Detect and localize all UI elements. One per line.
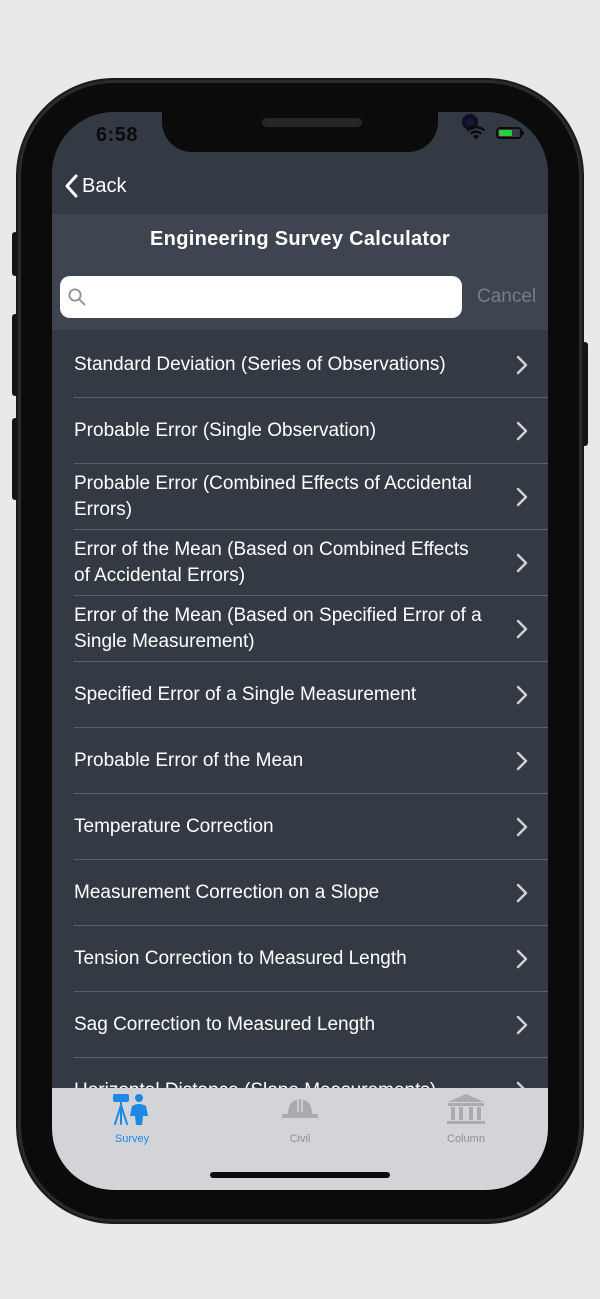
power-button <box>582 342 588 446</box>
tab-bar: Survey Civil Column <box>52 1088 548 1190</box>
chevron-right-icon <box>516 553 528 573</box>
tab-label: Civil <box>289 1133 311 1145</box>
chevron-left-icon <box>65 174 78 198</box>
chevron-right-icon <box>516 685 528 705</box>
list-item-label: Temperature Correction <box>74 816 274 837</box>
back-label: Back <box>82 174 127 197</box>
search-bar: Cancel <box>52 264 548 330</box>
home-indicator[interactable] <box>210 1172 390 1178</box>
list-item-label: Sag Correction to Measured Length <box>74 1014 376 1035</box>
search-input[interactable] <box>92 286 436 308</box>
battery-icon <box>496 127 524 139</box>
list-item[interactable]: Sag Correction to Measured Length <box>52 992 548 1058</box>
app-screen: 6:58 Back Engineering Survey Calculator … <box>52 112 548 1190</box>
list-item-label: Standard Deviation (Series of Observatio… <box>74 354 446 375</box>
navigation-bar: Back <box>52 160 548 214</box>
list-item[interactable]: Error of the Mean (Based on Specified Er… <box>52 596 548 662</box>
list-item-label: Tension Correction to Measured Length <box>74 948 407 969</box>
chevron-right-icon <box>516 1015 528 1035</box>
calculator-list[interactable]: Standard Deviation (Series of Observatio… <box>52 332 548 1088</box>
back-button[interactable]: Back <box>64 174 126 198</box>
chevron-right-icon <box>516 751 528 771</box>
chevron-right-icon <box>516 619 528 639</box>
list-item[interactable]: Error of the Mean (Based on Combined Eff… <box>52 530 548 596</box>
battery-level <box>499 130 513 136</box>
title-bar: Engineering Survey Calculator <box>52 214 548 264</box>
status-time: 6:58 <box>96 124 139 146</box>
list-item[interactable]: Measurement Correction on a Slope <box>52 860 548 926</box>
chevron-right-icon <box>516 421 528 441</box>
volume-up-button <box>12 314 18 396</box>
list-item-label: Probable Error of the Mean <box>74 750 304 771</box>
list-item-label: Probable Error (Single Observation) <box>74 420 377 441</box>
column-building-icon <box>447 1094 485 1124</box>
chevron-right-icon <box>516 487 528 507</box>
page-title: Engineering Survey Calculator <box>150 228 450 250</box>
mute-switch <box>12 232 18 276</box>
status-icons <box>466 126 524 140</box>
list-item-label: Horizontal Distance (Slope Measurements) <box>74 1078 484 1088</box>
chevron-right-icon <box>516 1081 525 1088</box>
tab-label: Column <box>447 1133 485 1145</box>
tab-label: Survey <box>114 1133 150 1145</box>
list-item-label: Probable Error (Combined Effects of Acci… <box>74 473 472 520</box>
surveyor-icon <box>113 1094 148 1125</box>
tab-column[interactable]: Column <box>416 1092 516 1145</box>
list-item[interactable]: Probable Error of the Mean <box>52 728 548 794</box>
wifi-icon <box>466 126 486 140</box>
tab-survey[interactable]: Survey <box>82 1092 182 1145</box>
list-item-label: Error of the Mean (Based on Combined Eff… <box>74 539 469 586</box>
list-item[interactable]: Tension Correction to Measured Length <box>52 926 548 992</box>
list-item[interactable]: Specified Error of a Single Measurement <box>52 662 548 728</box>
tab-civil[interactable]: Civil <box>250 1092 350 1145</box>
status-bar: 6:58 <box>52 112 548 160</box>
cancel-button[interactable]: Cancel <box>477 286 536 308</box>
device-stage: 6:58 Back Engineering Survey Calculator … <box>0 0 600 1299</box>
list-item-label: Error of the Mean (Based on Specified Er… <box>74 605 482 652</box>
chevron-right-icon <box>516 817 528 837</box>
volume-down-button <box>12 418 18 500</box>
list-item-label: Measurement Correction on a Slope <box>74 882 380 903</box>
list-item[interactable]: Standard Deviation (Series of Observatio… <box>52 332 548 398</box>
list-item[interactable]: Horizontal Distance (Slope Measurements) <box>52 1058 548 1088</box>
search-field[interactable] <box>60 276 462 318</box>
list-item[interactable]: Probable Error (Combined Effects of Acci… <box>52 464 548 530</box>
list-item[interactable]: Probable Error (Single Observation) <box>52 398 548 464</box>
chevron-right-icon <box>516 883 528 903</box>
notch <box>162 112 478 152</box>
speaker-grille <box>262 118 362 127</box>
list-item[interactable]: Temperature Correction <box>52 794 548 860</box>
chevron-right-icon <box>516 949 528 969</box>
chevron-right-icon <box>516 355 528 375</box>
hard-hat-icon <box>282 1099 318 1118</box>
search-icon <box>68 288 86 306</box>
list-item-label: Specified Error of a Single Measurement <box>74 684 417 705</box>
